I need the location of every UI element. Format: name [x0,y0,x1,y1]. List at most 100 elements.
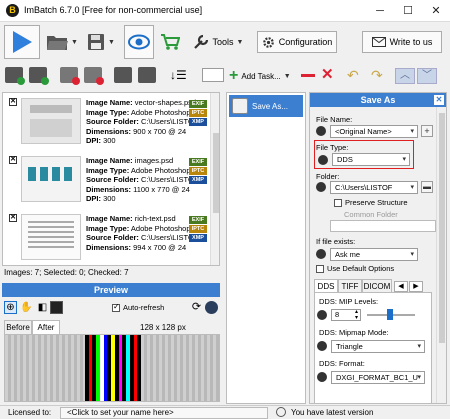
maximize-button[interactable]: ☐ [394,0,422,22]
move-up-icon[interactable]: ︿ [395,68,415,84]
file-name-mode-icon[interactable] [316,126,326,136]
folder-combo[interactable]: C:\Users\LISTOF ▾ [330,181,418,194]
list-scrollbar[interactable] [210,93,219,265]
play-icon [13,31,32,53]
delete-icon[interactable]: ✕ [321,67,337,83]
tab-after[interactable]: After [32,320,60,334]
mipmap-mode-combo[interactable]: Triangle ▾ [331,340,425,353]
preview-size: 128 x 128 px [140,323,186,332]
tools-menu-button[interactable]: Tools ▼ [186,25,250,59]
item-checkbox[interactable]: ✕ [9,98,17,106]
mipmap-mode-value: Triangle [336,342,363,351]
save-button[interactable]: ▼ [84,25,118,59]
preview-image [85,335,142,401]
file-name-combo[interactable]: <Original Name> ▾ [330,125,418,138]
chevron-down-icon: ▼ [283,72,291,80]
search-input[interactable] [202,68,224,82]
scrollbar-thumb[interactable] [213,133,219,213]
cart-icon [161,34,180,50]
browse-folder-icon[interactable]: ▬ [421,181,433,193]
refresh-icon[interactable]: ⟳ [190,301,203,314]
open-button[interactable]: ▼ [45,25,79,59]
minus-icon[interactable] [301,74,315,77]
common-folder-input[interactable] [330,220,436,232]
tab-before[interactable]: Before [4,320,32,334]
main-toolbar: ▼ ▼ Tools ▼ Configuration Write to us [0,22,450,62]
tab-tiff[interactable]: TIFF [338,279,362,293]
split-view-icon[interactable]: ◧ [36,301,49,314]
auto-refresh-checkbox[interactable]: ✓ [112,302,120,312]
if-exists-label: If file exists: [316,237,356,246]
common-folder-label: Common Folder [344,210,398,219]
uncheck-all-icon[interactable] [138,67,156,83]
minimize-button[interactable]: ─ [366,0,394,22]
format-value: DXGI_FORMAT_BC1_U [336,373,418,382]
list-status: Images: 7; Selected: 0; Checked: 7 [4,268,129,277]
item-checkbox[interactable]: ✕ [9,156,17,164]
use-default-options-checkbox[interactable] [316,265,324,273]
background-color-icon[interactable] [205,301,218,314]
exif-badge: EXIF [189,216,207,224]
add-folder-icon[interactable] [29,67,49,85]
licensed-to-field[interactable]: <Click to set your name here> [60,407,268,419]
remove-image-icon[interactable] [60,67,80,85]
remove-all-icon[interactable] [84,67,104,85]
iptc-badge: IPTC [189,167,207,175]
preview-canvas[interactable] [4,334,220,402]
image-view-icon[interactable] [50,301,63,314]
version-status: You have latest version [291,408,374,417]
redo-icon[interactable]: ↷ [371,68,389,82]
mip-levels-slider-thumb[interactable] [387,309,393,320]
tab-dds[interactable]: DDS [314,279,338,293]
use-default-options-label: Use Default Options [327,264,395,273]
sort-icon[interactable]: ↓☰ [170,67,192,83]
scrollbar-thumb[interactable] [439,113,445,343]
format-label: DDS: Format: [319,359,365,368]
image-thumbnail [21,156,81,202]
run-button[interactable] [4,25,40,59]
list-item[interactable]: ✕ Image Name: images.psd Image Type: Ado… [3,151,211,207]
folder-mode-icon[interactable] [316,182,326,192]
mip-levels-spinner[interactable]: 8 ▴ ▾ [331,309,361,321]
tab-dicom[interactable]: DICOM [362,279,392,293]
mip-levels-icon [317,310,327,320]
image-list[interactable]: ✕ Image Name: vector-shapes.psd Image Ty… [2,92,220,266]
format-combo[interactable]: DXGI_FORMAT_BC1_U ▾ [331,371,425,384]
shop-button[interactable] [158,25,182,59]
item-checkbox[interactable]: ✕ [9,214,17,222]
list-item[interactable]: ✕ Image Name: rich-text.psd Image Type: … [3,209,211,265]
tabs-scroll-right-icon[interactable]: ▶ [409,281,423,292]
licensed-to-label: Licensed to: [8,408,52,417]
if-exists-combo[interactable]: Ask me ▾ [330,248,418,261]
preserve-structure-checkbox[interactable] [334,199,342,207]
preserve-structure-label: Preserve Structure [345,198,408,207]
configuration-button[interactable]: Configuration [257,31,337,53]
list-item[interactable]: ✕ Image Name: vector-shapes.psd Image Ty… [3,93,211,149]
wrench-icon [193,34,208,49]
undo-icon[interactable]: ↶ [347,68,365,82]
check-all-icon[interactable] [114,67,132,83]
zoom-icon[interactable]: ⊕ [4,301,17,314]
preview-backdrop-left [5,335,85,401]
task-list[interactable]: Save As... [226,92,306,404]
close-icon[interactable]: ✕ [434,95,444,105]
tabs-scroll-left-icon[interactable]: ◀ [394,281,408,292]
save-as-scrollbar[interactable] [436,107,446,403]
image-list-toolbar: ↓☰ [0,62,224,90]
file-type-icon [318,155,328,165]
task-item-save-as[interactable]: Save As... [229,95,303,117]
eye-icon [128,34,150,50]
file-type-combo[interactable]: DDS ▾ [332,153,410,166]
file-name-macro-button[interactable]: + [421,125,433,137]
chevron-down-icon: ▾ [410,184,414,191]
mip-levels-label: DDS: MIP Levels: [319,297,379,306]
hand-icon[interactable]: ✋ [20,301,33,314]
preview-toggle-button[interactable] [124,25,154,59]
chevron-down-icon: ▾ [417,343,421,350]
iptc-badge: IPTC [189,225,207,233]
add-task-button[interactable]: + Add Task... ▼ [229,67,297,85]
add-image-icon[interactable] [5,67,25,85]
move-down-icon[interactable]: ﹀ [417,68,437,84]
close-button[interactable]: ✕ [422,0,450,22]
write-to-us-button[interactable]: Write to us [362,31,442,53]
